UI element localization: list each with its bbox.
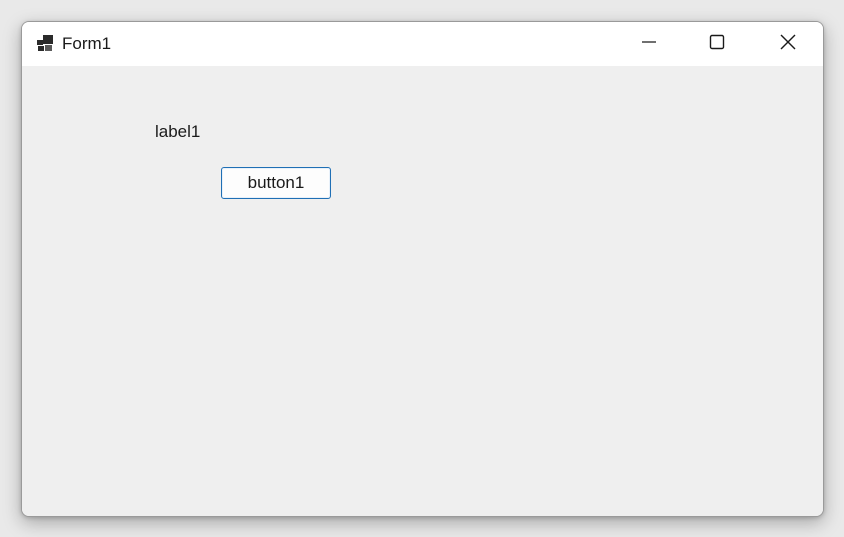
minimize-button[interactable]: [614, 22, 684, 66]
form-app-icon: [36, 34, 54, 52]
maximize-button[interactable]: [682, 22, 752, 66]
form-client-area: label1 button1: [22, 66, 823, 516]
window-title: Form1: [62, 34, 112, 53]
close-icon: [779, 33, 797, 56]
label1: label1: [155, 122, 201, 141]
maximize-icon: [708, 33, 726, 56]
minimize-icon: [640, 33, 658, 56]
title-bar[interactable]: Form1: [22, 22, 823, 66]
form1-window: Form1 label1 button1: [21, 21, 824, 517]
button1[interactable]: button1: [221, 167, 331, 199]
close-button[interactable]: [753, 22, 823, 66]
